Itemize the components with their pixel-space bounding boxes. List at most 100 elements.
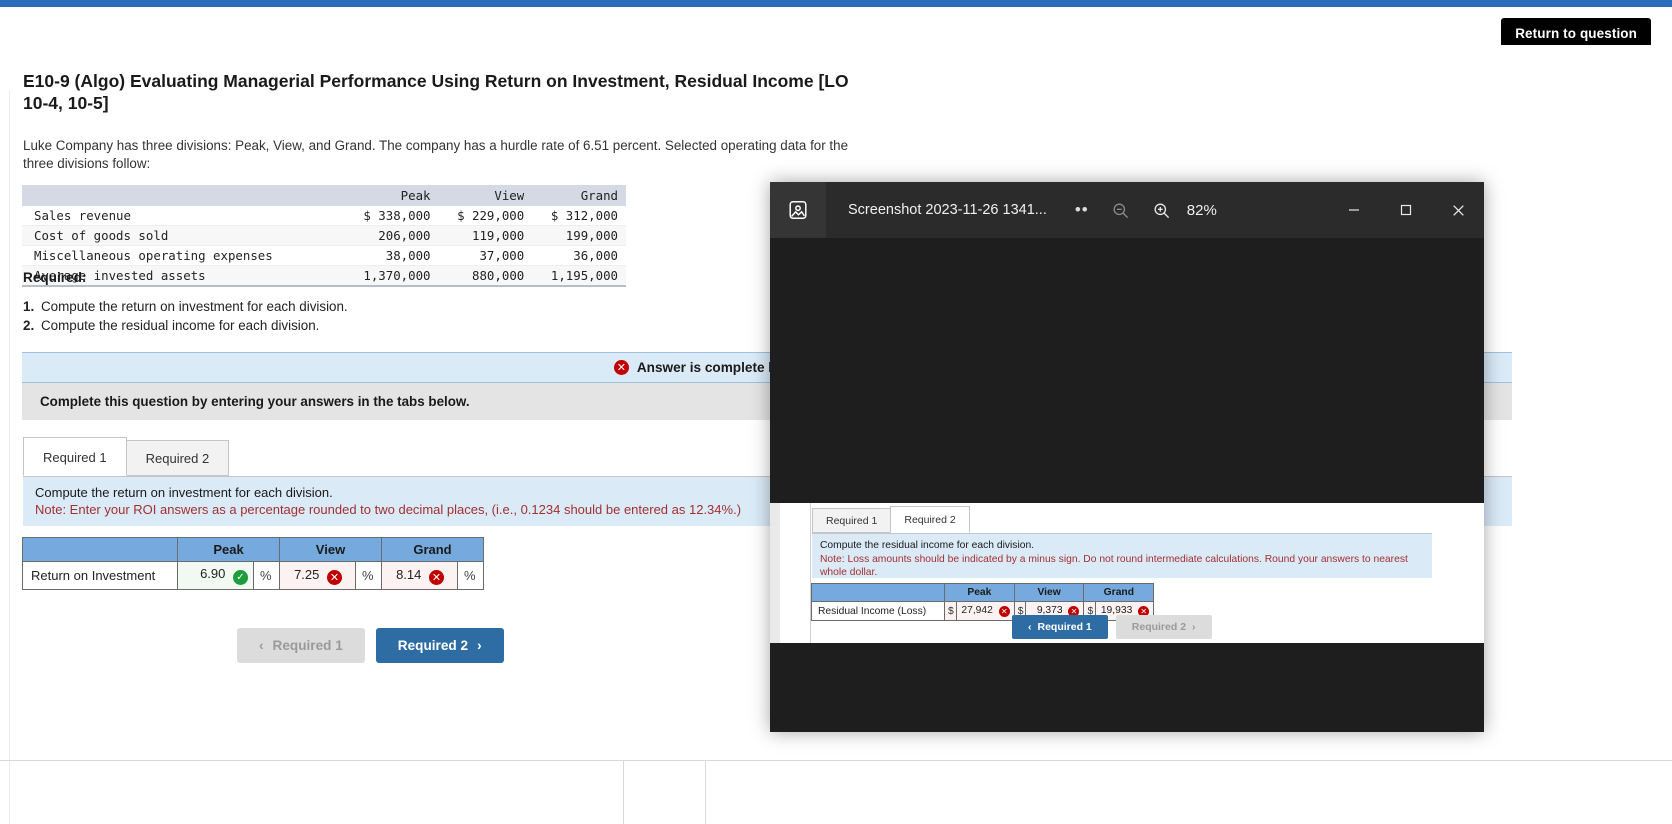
minimize-icon[interactable] [1328, 182, 1380, 238]
cell-view: 119,000 [438, 225, 533, 246]
maximize-icon[interactable] [1380, 182, 1432, 238]
cell-view: 37,000 [438, 245, 533, 266]
operating-data-table: Peak View Grand Sales revenue $ 338,000 … [22, 185, 626, 287]
inner-next-label: Required 2 [1131, 621, 1187, 633]
scrollbar[interactable] [770, 503, 780, 643]
photo-viewer-window[interactable]: Screenshot 2023-11-26 1341... •• 82% Req… [770, 182, 1484, 732]
chevron-right-icon: › [1192, 621, 1196, 633]
previous-button-label: Required 1 [272, 638, 343, 653]
cell-grand: $ 312,000 [532, 206, 626, 226]
list-item: 2. Compute the residual income for each … [23, 316, 348, 335]
list-item-label: Compute the residual income for each div… [41, 318, 320, 333]
column-header-view: View [1013, 583, 1085, 602]
zoom-level-label: 82% [1186, 201, 1217, 219]
next-button-label: Required 2 [397, 638, 469, 653]
chevron-left-icon: ‹ [1028, 621, 1032, 633]
cell-view: 880,000 [438, 265, 533, 287]
photos-app-icon [770, 182, 826, 238]
column-header-blank [811, 583, 945, 602]
table-row: Return on Investment 6.90 ✓ % 7.25 ✕ % 8… [22, 561, 484, 590]
unit-peak: % [253, 561, 280, 590]
photo-viewer-title: Screenshot 2023-11-26 1341... [848, 202, 1047, 218]
cell-view: $ 229,000 [438, 206, 533, 226]
row-label: Return on Investment [22, 561, 178, 590]
close-icon[interactable] [1432, 182, 1484, 238]
top-toolbar: Return to question [0, 7, 1672, 50]
inner-prompt-note: Note: Loss amounts should be indicated b… [820, 553, 1408, 579]
roi-value-grand: 8.14 [396, 566, 422, 582]
inner-previous-label: Required 1 [1037, 621, 1092, 633]
error-circle-icon: ✕ [429, 569, 444, 585]
table-header-row: Peak View Grand [811, 583, 1155, 602]
roi-input-view[interactable]: 7.25 ✕ [279, 561, 356, 590]
row-label: Cost of goods sold [22, 225, 345, 246]
unit-grand: % [457, 561, 484, 590]
table-row: Miscellaneous operating expenses 38,000 … [22, 245, 626, 266]
navigation-buttons: ‹ Required 1 Required 2 › [237, 628, 504, 663]
cell-grand: 1,195,000 [532, 265, 626, 287]
roi-input-grand[interactable]: 8.14 ✕ [381, 561, 458, 590]
table-header-row: Peak View Grand [22, 185, 626, 206]
zoom-in-icon[interactable] [1152, 201, 1171, 220]
more-options-icon[interactable]: •• [1075, 200, 1089, 220]
column-header-view: View [279, 537, 382, 562]
left-divider [9, 90, 10, 824]
tab-required-2[interactable]: Required 2 [125, 440, 230, 476]
roi-input-peak[interactable]: 6.90 ✓ [177, 561, 254, 590]
column-header-blank [22, 537, 178, 562]
previous-required-button[interactable]: ‹ Required 1 [237, 628, 365, 663]
table-row: Cost of goods sold 206,000 119,000 199,0… [22, 225, 626, 246]
required-heading: Required: [23, 270, 87, 285]
inner-tab-required-1[interactable]: Required 1 [812, 508, 892, 533]
table-row: Average invested assets 1,370,000 880,00… [22, 265, 626, 287]
top-accent-bar [0, 0, 1672, 7]
row-label: Residual Income (Loss) [811, 601, 945, 621]
required-list: 1. Compute the return on investment for … [23, 297, 348, 335]
list-item-number: 1. [23, 299, 35, 314]
residual-income-peak[interactable]: 27,942 ✕ [956, 601, 1015, 621]
photo-viewer-titlebar[interactable]: Screenshot 2023-11-26 1341... •• 82% [770, 182, 1484, 238]
column-header-grand: Grand [381, 537, 484, 562]
error-circle-icon: ✕ [327, 569, 342, 585]
inner-prompt-instruction: Compute the residual income for each div… [820, 540, 1035, 551]
next-required-button[interactable]: Required 2 › [375, 628, 504, 663]
page-title: E10-9 (Algo) Evaluating Managerial Perfo… [23, 71, 849, 113]
inner-tab-required-2[interactable]: Required 2 [890, 506, 970, 533]
question-intro-text: Luke Company has three divisions: Peak, … [23, 138, 849, 171]
inner-tab-bar: Required 1 Required 2 [812, 506, 1432, 534]
chevron-right-icon: › [477, 638, 482, 653]
inner-previous-button[interactable]: ‹ Required 1 [1012, 615, 1108, 639]
cell-grand: 36,000 [532, 245, 626, 266]
table-row: Sales revenue $ 338,000 $ 229,000 $ 312,… [22, 206, 626, 226]
list-item: 1. Compute the return on investment for … [23, 297, 348, 316]
photo-viewer-canvas[interactable]: Required 1 Required 2 Compute the residu… [770, 238, 1484, 732]
inner-prompt-box: Compute the residual income for each div… [812, 534, 1432, 578]
currency-peak: $ [944, 601, 957, 621]
tab-required-1[interactable]: Required 1 [23, 437, 127, 476]
bottom-divider-tick [705, 760, 706, 824]
inner-navigation-buttons: ‹ Required 1 Required 2 › [1012, 615, 1212, 639]
cell-peak: 38,000 [344, 245, 439, 266]
inner-next-button[interactable]: Required 2 › [1115, 615, 1212, 639]
row-label: Miscellaneous operating expenses [22, 245, 345, 266]
bottom-divider [0, 760, 1672, 761]
roi-value-peak: 6.90 [200, 566, 226, 581]
column-header-grand: Grand [532, 185, 626, 206]
cell-grand: 199,000 [532, 225, 626, 246]
zoom-out-icon[interactable] [1111, 201, 1130, 220]
list-item-label: Compute the return on investment for eac… [41, 299, 348, 314]
column-header-view: View [438, 185, 533, 206]
row-label: Sales revenue [22, 206, 345, 226]
window-controls [1328, 182, 1484, 238]
column-header-blank [22, 185, 345, 206]
column-header-peak: Peak [944, 583, 1015, 602]
screenshot-image-content: Required 1 Required 2 Compute the residu… [770, 503, 1484, 643]
cell-peak: $ 338,000 [344, 206, 439, 226]
check-circle-icon: ✓ [233, 570, 248, 585]
inner-left-divider [810, 503, 811, 643]
column-header-grand: Grand [1083, 583, 1155, 602]
list-item-number: 2. [23, 318, 35, 333]
residual-value-peak: 27,942 [961, 605, 993, 616]
error-circle-icon: ✕ [998, 606, 1010, 617]
column-header-peak: Peak [177, 537, 280, 562]
